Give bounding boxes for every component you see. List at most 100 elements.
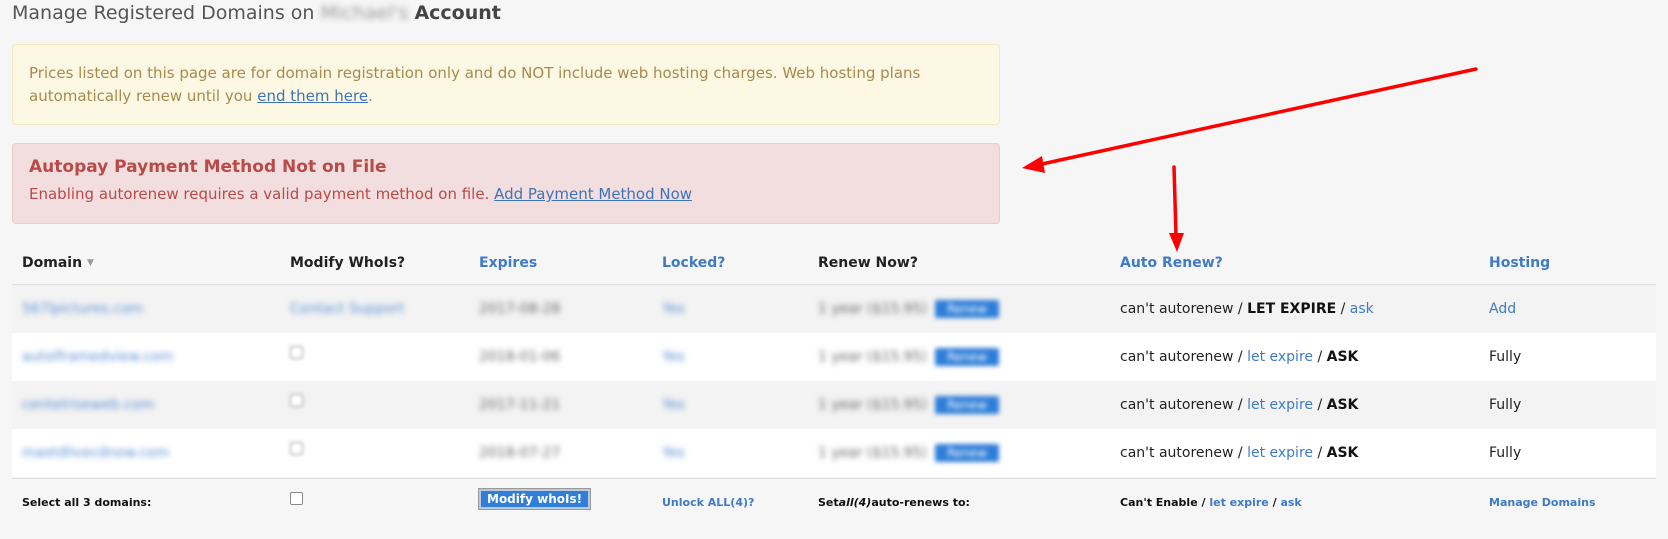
expires-cell: 2018-01-06: [479, 333, 560, 381]
domain-cell: centelriseweb.com: [22, 381, 154, 429]
header-expires[interactable]: Expires: [479, 242, 537, 284]
renew-cell: 1 year ($15.95) Renew: [818, 333, 999, 381]
header-renew: Renew Now?: [818, 255, 918, 271]
table-row: mastdlivecdnow.com 2018-07-27 Yes 1 year ($…: [12, 429, 1656, 477]
bulk-let-expire-link[interactable]: let expire: [1209, 496, 1268, 509]
auto-renew-status: can't autorenew: [1120, 445, 1234, 461]
whois-cell: Contact Support: [290, 285, 404, 333]
annotation-arrowhead-alert: [1022, 156, 1045, 173]
manage-domains-cell: Manage Domains: [1489, 479, 1596, 525]
renew-button[interactable]: Renew: [934, 396, 999, 414]
let-expire-option[interactable]: let expire: [1247, 445, 1313, 461]
auto-renew-cell: can't autorenew / let expire / ASK: [1120, 445, 1359, 461]
domain-cell: 567lpictures.com: [22, 285, 143, 333]
alert-text: Enabling autorenew requires a valid paym…: [29, 185, 490, 203]
hosting-status: Fully: [1489, 349, 1522, 365]
renew-period-select[interactable]: 1 year ($15.95): [818, 349, 927, 365]
expires-date: 2017-11-21: [479, 397, 561, 413]
manage-domains-link[interactable]: Manage Domains: [1489, 496, 1596, 509]
contact-support-link[interactable]: Contact Support: [290, 301, 404, 317]
header-locked[interactable]: Locked?: [662, 242, 725, 284]
hosting-cell: Add: [1489, 285, 1516, 333]
end-hosting-link[interactable]: end them here: [257, 87, 368, 105]
let-expire-option[interactable]: LET EXPIRE: [1247, 301, 1336, 317]
hosting-cell: Fully: [1489, 333, 1521, 381]
autopay-alert: Autopay Payment Method Not on File Enabl…: [12, 143, 1000, 224]
let-expire-option[interactable]: let expire: [1247, 397, 1313, 413]
renew-period-select[interactable]: 1 year ($15.95): [818, 301, 927, 317]
locked-link[interactable]: Yes: [662, 301, 685, 317]
ask-option[interactable]: ask: [1350, 301, 1374, 317]
header-domain[interactable]: Domain ▼: [22, 242, 94, 284]
whois-checkbox[interactable]: [290, 393, 303, 407]
set-prefix: Set: [818, 495, 839, 509]
table-row: autolframedview.com 2018-01-06 Yes 1 year (…: [12, 333, 1656, 381]
page-title: Manage Registered Domains on Michael's A…: [12, 2, 501, 24]
domain-link[interactable]: autolframedview.com: [22, 349, 173, 365]
hosting-status: Fully: [1489, 445, 1522, 461]
ask-option[interactable]: ASK: [1327, 349, 1359, 365]
hosting-status[interactable]: Add: [1489, 301, 1516, 317]
unlock-all-link[interactable]: Unlock ALL(4)?: [662, 496, 754, 509]
table-body: 567lpictures.com Contact Support 2017-08-2…: [12, 285, 1656, 477]
header-hosting[interactable]: Hosting: [1489, 242, 1550, 284]
whois-cell: [290, 381, 303, 429]
expires-cell: 2018-07-27: [479, 429, 560, 477]
select-all-checkbox[interactable]: [290, 491, 303, 505]
renew-period-select[interactable]: 1 year ($15.95): [818, 397, 927, 413]
domain-cell: autolframedview.com: [22, 333, 173, 381]
header-auto-renew[interactable]: Auto Renew?: [1120, 242, 1223, 284]
cant-enable-label: Can't Enable: [1120, 495, 1198, 509]
select-all-label: Select all 3 domains:: [22, 495, 152, 509]
expires-date: 2018-01-06: [479, 349, 561, 365]
expires-cell: 2017-11-21: [479, 381, 560, 429]
unlock-all-cell: Unlock ALL(4)?: [662, 479, 754, 525]
notice-text: Prices listed on this page are for domai…: [29, 64, 921, 105]
auto-renew-cell: can't autorenew / let expire / ASK: [1120, 397, 1359, 413]
let-expire-option[interactable]: let expire: [1247, 349, 1313, 365]
locked-link[interactable]: Yes: [662, 397, 685, 413]
table-row: 567lpictures.com Contact Support 2017-08-2…: [12, 285, 1656, 333]
renew-period-select[interactable]: 1 year ($15.95): [818, 445, 927, 461]
renew-button[interactable]: Renew: [934, 444, 999, 462]
locked-cell: Yes: [662, 429, 685, 477]
domain-link[interactable]: 567lpictures.com: [22, 301, 143, 317]
whois-checkbox[interactable]: [290, 441, 303, 455]
modify-whois-cell: Modify whoIs!: [477, 479, 592, 525]
renew-cell: 1 year ($15.95) Renew: [818, 381, 999, 429]
set-all-count: all(4): [838, 495, 872, 509]
whois-cell: [290, 333, 303, 381]
sort-down-icon: ▼: [87, 258, 94, 268]
modify-whois-button[interactable]: Modify whoIs!: [477, 488, 592, 510]
renew-button[interactable]: Renew: [934, 300, 999, 318]
header-domain-label: Domain: [22, 255, 83, 271]
annotation-arrow-alert: [1040, 67, 1478, 166]
domain-cell: mastdlivecdnow.com: [22, 429, 169, 477]
title-suffix: Account: [414, 2, 501, 24]
table-header: Domain ▼ Modify WhoIs? Expires Locked? R…: [12, 242, 1656, 285]
domain-link[interactable]: mastdlivecdnow.com: [22, 445, 169, 461]
domain-link[interactable]: centelriseweb.com: [22, 397, 154, 413]
auto-renew-status: can't autorenew: [1120, 397, 1234, 413]
whois-checkbox[interactable]: [290, 345, 303, 359]
locked-cell: Yes: [662, 285, 685, 333]
table-footer: Select all 3 domains: Modify whoIs! Unlo…: [12, 478, 1656, 525]
ask-option[interactable]: ASK: [1327, 397, 1359, 413]
auto-renew-status: can't autorenew: [1120, 301, 1234, 317]
renew-button[interactable]: Renew: [934, 348, 999, 366]
expires-cell: 2017-08-28: [479, 285, 560, 333]
hosting-notice: Prices listed on this page are for domai…: [12, 44, 1000, 125]
locked-link[interactable]: Yes: [662, 349, 685, 365]
bulk-ask-link[interactable]: ask: [1280, 496, 1301, 509]
locked-link[interactable]: Yes: [662, 445, 685, 461]
renew-cell: 1 year ($15.95) Renew: [818, 285, 999, 333]
table-row: centelriseweb.com 2017-11-21 Yes 1 year ($1…: [12, 381, 1656, 429]
alert-body: Enabling autorenew requires a valid paym…: [29, 185, 983, 203]
add-payment-method-link[interactable]: Add Payment Method Now: [494, 185, 692, 203]
whois-cell: [290, 429, 303, 477]
hosting-status: Fully: [1489, 397, 1522, 413]
locked-cell: Yes: [662, 333, 685, 381]
ask-option[interactable]: ASK: [1327, 445, 1359, 461]
alert-heading: Autopay Payment Method Not on File: [29, 157, 387, 177]
header-whois: Modify WhoIs?: [290, 255, 406, 271]
